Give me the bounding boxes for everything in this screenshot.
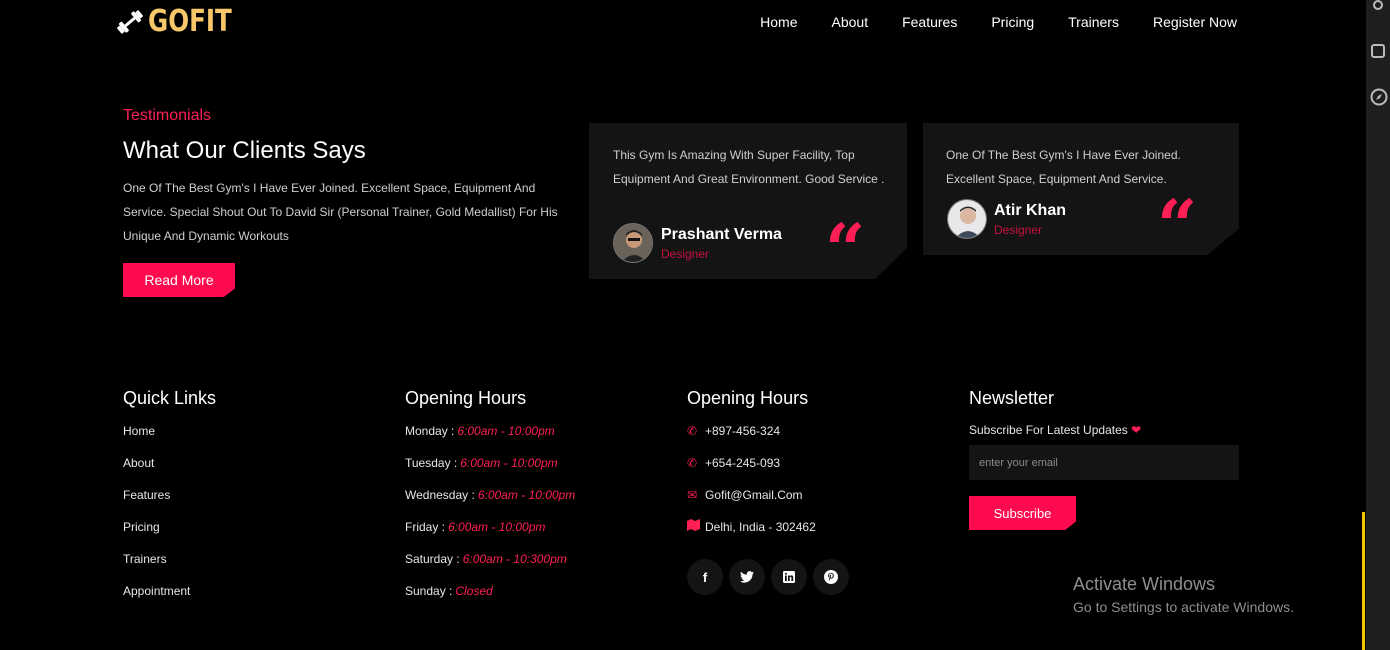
nav-about[interactable]: About bbox=[832, 14, 869, 30]
heart-icon: ❤ bbox=[1131, 423, 1142, 437]
testimonial-card: One Of The Best Gym's I Have Ever Joined… bbox=[923, 123, 1239, 255]
footer-link-about[interactable]: About bbox=[123, 455, 216, 487]
newsletter-label: Subscribe For Latest Updates bbox=[969, 423, 1128, 437]
subscribe-button[interactable]: Subscribe bbox=[969, 496, 1076, 530]
testimonial-role: Designer bbox=[661, 247, 710, 261]
newsletter-title: Newsletter bbox=[969, 388, 1055, 408]
avatar bbox=[947, 199, 987, 239]
section-title: What Our Clients Says bbox=[123, 137, 366, 164]
footer-link-features[interactable]: Features bbox=[123, 487, 216, 519]
social-links: f bbox=[687, 559, 855, 595]
brand-name: GOFIT bbox=[148, 4, 232, 39]
email-field[interactable] bbox=[969, 445, 1239, 480]
contact-address: Delhi, India - 302462 bbox=[687, 519, 855, 551]
opening-hours-title: Opening Hours bbox=[405, 388, 527, 408]
hours-time: Closed bbox=[455, 584, 493, 598]
quote-icon: “ bbox=[825, 208, 866, 291]
footer-quick-links: Quick Links Home About Features Pricing … bbox=[123, 388, 216, 615]
hours-row: Monday :6:00am - 10:00pm bbox=[405, 423, 575, 455]
nav-pricing[interactable]: Pricing bbox=[991, 14, 1034, 30]
testimonial-name: Atir Khan bbox=[994, 202, 1066, 219]
footer-link-appointment[interactable]: Appointment bbox=[123, 583, 216, 615]
footer-link-pricing[interactable]: Pricing bbox=[123, 519, 216, 551]
hours-day: Sunday : bbox=[405, 584, 453, 598]
main-nav: Home About Features Pricing Trainers Reg… bbox=[726, 14, 1237, 30]
twitter-icon[interactable] bbox=[729, 559, 765, 595]
testimonial-role: Designer bbox=[994, 223, 1043, 237]
read-more-button[interactable]: Read More bbox=[123, 263, 235, 297]
testimonial-text: This Gym Is Amazing With Super Facility,… bbox=[613, 148, 885, 186]
layout-icon[interactable] bbox=[1371, 44, 1385, 58]
envelope-icon: ✉ bbox=[687, 488, 698, 502]
compass-icon[interactable] bbox=[1370, 88, 1388, 106]
browser-side-panel bbox=[1366, 0, 1390, 650]
hours-day: Monday : bbox=[405, 424, 455, 438]
section-description: One Of The Best Gym's I Have Ever Joined… bbox=[123, 181, 558, 243]
testimonial-name: Prashant Verma bbox=[661, 226, 782, 243]
contact-text: Gofit@Gmail.Com bbox=[705, 488, 803, 502]
testimonial-card: This Gym Is Amazing With Super Facility,… bbox=[589, 123, 907, 279]
bug-icon[interactable] bbox=[1371, 0, 1385, 12]
activate-windows-watermark: Activate Windows Go to Settings to activ… bbox=[1073, 574, 1294, 615]
contact-text: +897-456-324 bbox=[705, 424, 781, 438]
hours-time: 6:00am - 10:00pm bbox=[477, 488, 576, 502]
contact-title: Opening Hours bbox=[687, 388, 809, 408]
nav-features[interactable]: Features bbox=[902, 14, 957, 30]
scroll-indicator bbox=[1362, 512, 1365, 650]
footer-contact: Opening Hours ✆ +897-456-324 ✆ +654-245-… bbox=[687, 388, 855, 595]
logo[interactable]: GOFIT bbox=[114, 4, 250, 39]
dumbbell-icon bbox=[117, 9, 143, 34]
hours-day: Saturday : bbox=[405, 552, 460, 566]
nav-register-now[interactable]: Register Now bbox=[1153, 14, 1237, 30]
footer-link-home[interactable]: Home bbox=[123, 423, 216, 455]
hours-day: Tuesday : bbox=[405, 456, 458, 470]
watermark-title: Activate Windows bbox=[1073, 574, 1216, 594]
hours-time: 6:00am - 10:00pm bbox=[448, 520, 546, 534]
hours-row: Saturday :6:00am - 10:300pm bbox=[405, 551, 575, 583]
footer-link-trainers[interactable]: Trainers bbox=[123, 551, 216, 583]
contact-email: ✉ Gofit@Gmail.Com bbox=[687, 487, 855, 519]
watermark-subtitle: Go to Settings to activate Windows. bbox=[1073, 599, 1294, 615]
footer-newsletter: Newsletter Subscribe For Latest Updates … bbox=[969, 388, 1239, 530]
contact-phone-1: ✆ +897-456-324 bbox=[687, 423, 855, 455]
contact-phone-2: ✆ +654-245-093 bbox=[687, 455, 855, 487]
footer-opening-hours: Opening Hours Monday :6:00am - 10:00pm T… bbox=[405, 388, 575, 615]
hours-row: Wednesday :6:00am - 10:00pm bbox=[405, 487, 575, 519]
newsletter-text: Subscribe For Latest Updates ❤ bbox=[969, 423, 1239, 437]
hours-day: Wednesday : bbox=[405, 488, 475, 502]
quick-links-title: Quick Links bbox=[123, 388, 217, 408]
pinterest-icon[interactable] bbox=[813, 559, 849, 595]
linkedin-icon[interactable] bbox=[771, 559, 807, 595]
hours-time: 6:00am - 10:00pm bbox=[457, 424, 555, 438]
hours-row: Friday :6:00am - 10:00pm bbox=[405, 519, 575, 551]
nav-home[interactable]: Home bbox=[760, 14, 797, 30]
hours-time: 6:00am - 10:300pm bbox=[462, 552, 567, 566]
section-subtitle: Testimonials bbox=[123, 107, 212, 124]
hours-time: 6:00am - 10:00pm bbox=[460, 456, 558, 470]
contact-text: Delhi, India - 302462 bbox=[705, 520, 816, 534]
hours-row: Sunday : Closed bbox=[405, 583, 575, 615]
quote-icon: “ bbox=[1157, 184, 1198, 267]
phone-icon: ✆ bbox=[687, 456, 698, 470]
phone-icon: ✆ bbox=[687, 424, 698, 438]
hours-row: Tuesday :6:00am - 10:00pm bbox=[405, 455, 575, 487]
hours-day: Friday : bbox=[405, 520, 446, 534]
facebook-icon[interactable]: f bbox=[687, 559, 723, 595]
contact-text: +654-245-093 bbox=[705, 456, 781, 470]
map-icon bbox=[687, 519, 705, 535]
nav-trainers[interactable]: Trainers bbox=[1068, 14, 1119, 30]
avatar bbox=[613, 223, 653, 263]
